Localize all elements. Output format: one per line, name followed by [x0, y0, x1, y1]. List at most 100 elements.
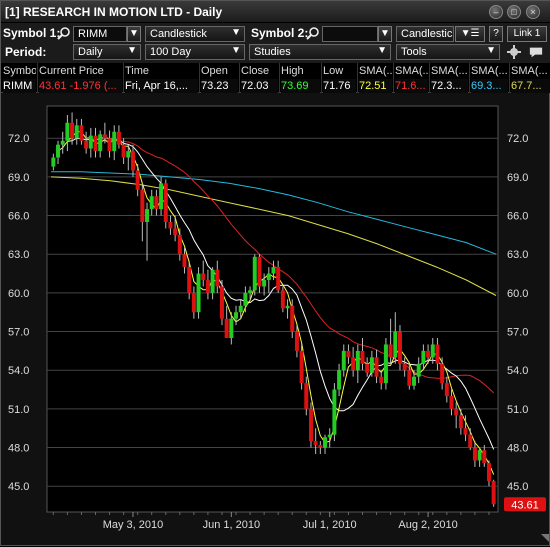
- candle-body: [402, 363, 407, 371]
- candle-body: [248, 290, 253, 293]
- window-title: [1] RESEARCH IN MOTION LTD - Daily: [5, 5, 223, 19]
- close-icon[interactable]: ×: [526, 5, 540, 19]
- candle-body: [159, 183, 164, 210]
- tools-value: Tools: [401, 46, 427, 58]
- candle-body: [201, 273, 206, 280]
- studies-value: Studies: [254, 46, 291, 58]
- chat-icon[interactable]: [529, 45, 543, 59]
- quote-header-7[interactable]: SMA(...: [359, 64, 392, 78]
- y-tick-label-right: 72.0: [507, 133, 528, 145]
- quote-header-9[interactable]: SMA(...: [431, 64, 468, 78]
- period-label: Period:: [5, 45, 47, 59]
- studies-select[interactable]: Studies ▼: [249, 44, 391, 60]
- candle-body: [294, 331, 299, 351]
- candle-body: [51, 157, 56, 167]
- candle-body: [74, 125, 79, 139]
- y-tick-label-right: 60.0: [507, 288, 528, 300]
- candle-body: [168, 222, 173, 229]
- quote-header-11[interactable]: SMA(...: [511, 64, 550, 78]
- quote-header-0[interactable]: Symbol: [3, 64, 36, 78]
- candle-body: [477, 450, 482, 461]
- candle-body: [173, 228, 178, 235]
- link-button[interactable]: Link 1: [507, 26, 547, 42]
- column-separator: [469, 63, 470, 93]
- chevron-down-icon: ▼: [377, 45, 387, 56]
- y-tick-label-right: 69.0: [507, 172, 528, 184]
- candle-body: [145, 209, 150, 222]
- period-select[interactable]: Daily ▼: [73, 44, 141, 60]
- chart-type2-select[interactable]: Candlestick: [396, 26, 454, 42]
- candle-body: [280, 290, 285, 309]
- candle-body: [290, 305, 295, 332]
- candle-body: [205, 280, 210, 293]
- candle-body: [332, 389, 337, 435]
- quote-table: SymbolRIMMCurrent Price43.61 -1.976 (...…: [1, 63, 550, 93]
- help-button[interactable]: ?: [489, 26, 503, 42]
- maximize-icon[interactable]: □: [507, 5, 521, 19]
- candle-body: [430, 344, 435, 358]
- symbol1-input[interactable]: RIMM: [73, 26, 127, 42]
- y-tick-label-right: 45.0: [507, 481, 528, 493]
- x-tick-label: Aug 2, 2010: [398, 519, 457, 531]
- candle-body: [88, 135, 93, 149]
- quote-value-3: 73.23: [201, 79, 238, 93]
- quote-header-10[interactable]: SMA(...: [471, 64, 508, 78]
- column-separator: [123, 63, 124, 93]
- candle-body: [210, 269, 215, 293]
- tools-select[interactable]: Tools ▼: [396, 44, 500, 60]
- candle-body: [140, 189, 145, 222]
- symbol1-label: Symbol 1:: [3, 26, 61, 40]
- quote-header-3[interactable]: Open: [201, 64, 238, 78]
- candle-body: [93, 135, 98, 152]
- search-icon[interactable]: [306, 26, 320, 40]
- minimize-icon[interactable]: –: [489, 5, 503, 19]
- y-tick-label-right: 54.0: [507, 365, 528, 377]
- candle-body: [65, 122, 70, 141]
- quote-value-11: 67.7...: [511, 79, 550, 93]
- symbol2-input[interactable]: [322, 26, 378, 42]
- candle-body: [191, 292, 196, 313]
- candle-body: [327, 434, 332, 438]
- y-tick-label-left: 57.0: [8, 327, 29, 339]
- candle-body: [102, 134, 107, 139]
- candle-body: [383, 344, 388, 384]
- candle-body: [379, 376, 384, 384]
- chart-type2-dropdown-button[interactable]: ▼☰: [455, 26, 485, 42]
- y-tick-label-left: 54.0: [8, 365, 29, 377]
- symbol2-dropdown-button[interactable]: ▼: [378, 26, 392, 42]
- quote-value-2: Fri, Apr 16,...: [125, 79, 198, 93]
- chart-type1-select[interactable]: Candlestick ▼: [145, 26, 245, 42]
- quote-header-5[interactable]: High: [281, 64, 320, 78]
- candle-body: [262, 280, 267, 287]
- candle-body: [308, 408, 313, 442]
- candle-body: [449, 396, 454, 409]
- range-select[interactable]: 100 Day ▼: [145, 44, 245, 60]
- chevron-down-icon: ▼: [231, 45, 241, 56]
- chart-canvas[interactable]: 72.0 72.0 69.0 69.0 66.0 66.0 63.0 63.0 60.0 60.0…: [1, 94, 550, 547]
- search-icon[interactable]: [57, 26, 71, 40]
- candle-body: [149, 196, 154, 210]
- period-value: Daily: [78, 46, 103, 58]
- price-chart[interactable]: 72.0 72.0 69.0 69.0 66.0 66.0 63.0 63.0 60.0 60.0…: [1, 94, 550, 547]
- y-tick-label-left: 48.0: [8, 443, 29, 455]
- candle-body: [285, 305, 290, 309]
- quote-value-1: 43.61 -1.976 (...: [39, 79, 122, 93]
- settings-icon[interactable]: [507, 45, 521, 59]
- y-tick-label-right: 63.0: [507, 249, 528, 261]
- candle-body: [355, 350, 360, 371]
- symbol2-label: Symbol 2:: [251, 26, 309, 40]
- quote-header-1[interactable]: Current Price: [39, 64, 122, 78]
- candle-body: [458, 415, 463, 429]
- quote-header-6[interactable]: Low: [323, 64, 356, 78]
- candle-body: [276, 267, 281, 291]
- column-separator: [509, 63, 510, 93]
- candle-body: [271, 267, 276, 274]
- candle-body: [416, 363, 421, 377]
- symbol1-dropdown-button[interactable]: ▼: [127, 26, 141, 42]
- quote-header-2[interactable]: Time: [125, 64, 198, 78]
- quote-header-4[interactable]: Close: [241, 64, 278, 78]
- quote-header-8[interactable]: SMA(...: [395, 64, 428, 78]
- resize-grip-icon: [541, 534, 549, 542]
- candle-body: [60, 140, 65, 145]
- candle-body: [56, 144, 61, 158]
